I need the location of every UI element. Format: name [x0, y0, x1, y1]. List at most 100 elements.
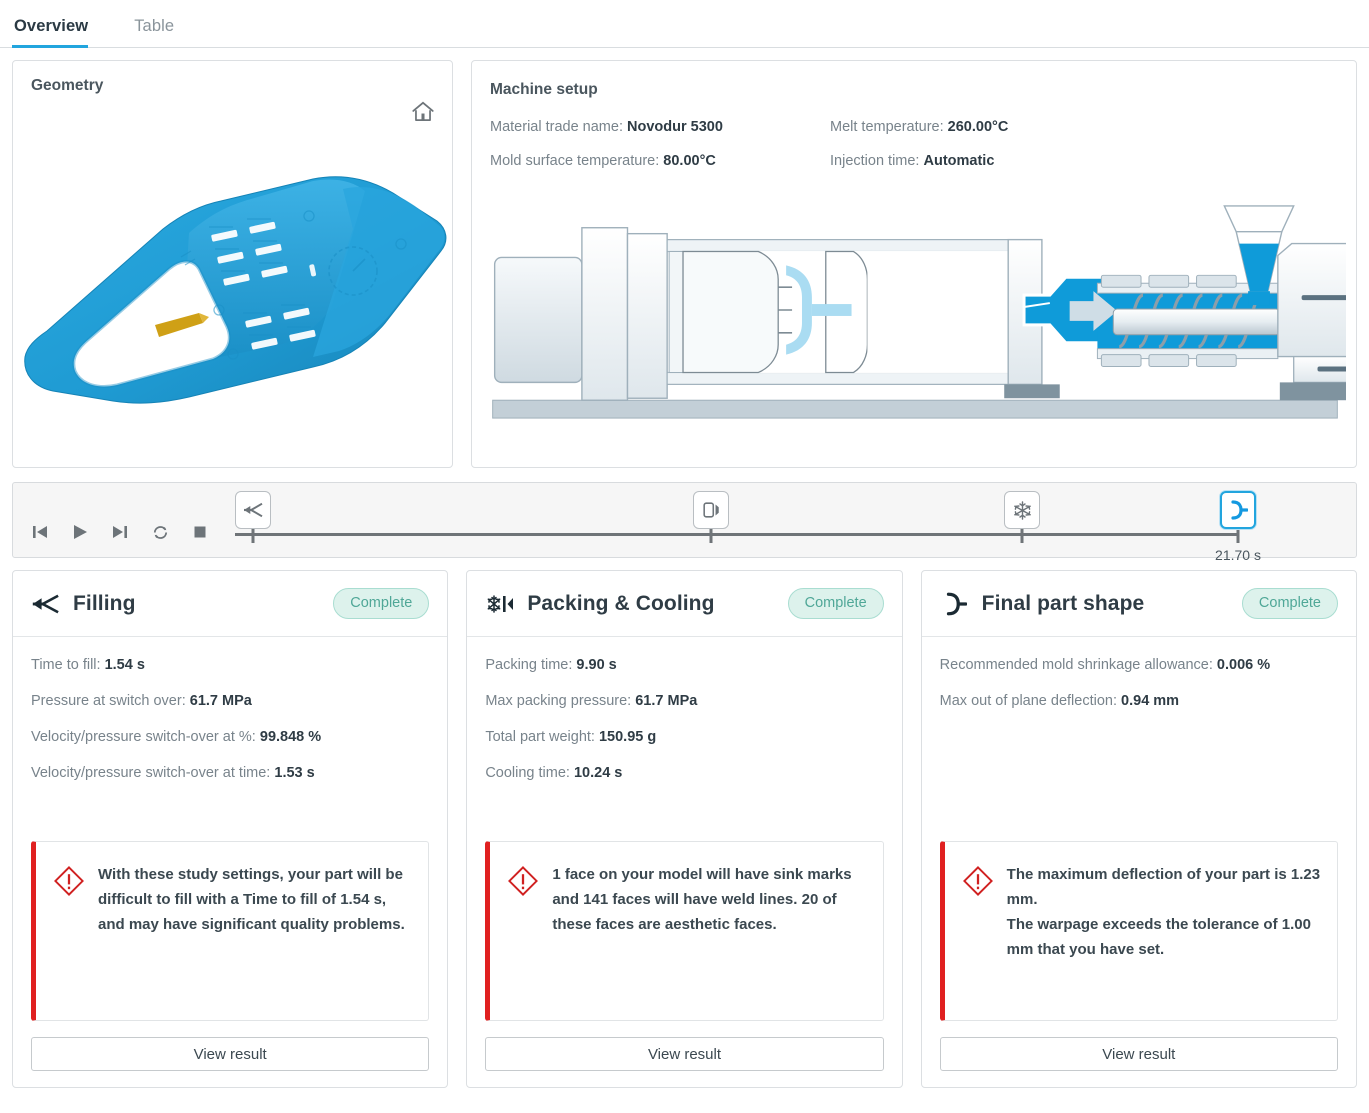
card-filling: Filling Complete Time to fill: 1.54 s Pr…: [12, 570, 449, 1088]
card-final-part-shape-body: Recommended mold shrinkage allowance: 0.…: [922, 637, 1356, 1087]
metric-vp-switchover-percent: Velocity/pressure switch-over at %: 99.8…: [31, 729, 429, 745]
timeline-track[interactable]: 21.70 s: [235, 491, 1261, 563]
card-final-part-shape: Final part shape Complete Recommended mo…: [920, 570, 1357, 1088]
transport-controls: [29, 521, 211, 543]
card-filling-title: Filling: [73, 591, 136, 615]
view-result-button-packing-cooling[interactable]: View result: [485, 1037, 884, 1071]
packing-icon: [485, 591, 515, 617]
spec-label: Material trade name:: [490, 119, 623, 135]
skip-to-end-button[interactable]: [109, 521, 131, 543]
metric-label: Velocity/pressure switch-over at %:: [31, 729, 256, 745]
skip-to-start-button[interactable]: [29, 521, 51, 543]
metric-max-packing-pressure: Max packing pressure: 61.7 MPa: [485, 693, 883, 709]
marker-cooling[interactable]: [1004, 491, 1041, 543]
geometry-panel-title: Geometry: [31, 77, 104, 94]
tab-table[interactable]: Table: [132, 17, 188, 47]
packing-icon[interactable]: [693, 491, 730, 529]
view-result-button-filling[interactable]: View result: [31, 1037, 430, 1071]
card-filling-header: Filling Complete: [13, 571, 448, 637]
spec-material-trade-name: Material trade name: Novodur 5300: [490, 119, 830, 135]
warning-diamond-icon: [54, 866, 84, 896]
spec-value: 80.00°C: [663, 153, 716, 169]
top-row: Geometry Machine setup Material trade na…: [0, 48, 1369, 468]
part-3d-model: [24, 176, 447, 404]
spec-label: Mold surface temperature:: [490, 153, 660, 169]
alert-packing-cooling-text: 1 face on your model will have sink mark…: [552, 866, 852, 933]
warning-diamond-icon: [962, 866, 993, 896]
alert-filling: With these study settings, your part wil…: [31, 841, 430, 1021]
spec-label: Melt temperature:: [830, 119, 944, 135]
metric-value: 61.7 MPa: [189, 693, 252, 709]
snowflake-icon[interactable]: [1004, 491, 1041, 529]
injection-molding-machine-diagram: [484, 196, 1369, 426]
metric-packing-time: Packing time: 9.90 s: [485, 657, 883, 673]
metric-label: Max packing pressure:: [485, 693, 632, 709]
play-button[interactable]: [69, 521, 91, 543]
tab-bar: Overview Table: [0, 0, 1369, 48]
phase-cards: Filling Complete Time to fill: 1.54 s Pr…: [0, 558, 1369, 1096]
status-badge: Complete: [1241, 588, 1338, 619]
geometry-panel: Geometry: [12, 60, 453, 468]
marker-filling[interactable]: [235, 491, 271, 543]
metric-time-to-fill: Time to fill: 1.54 s: [31, 657, 429, 673]
marker-packing[interactable]: [693, 491, 730, 543]
metric-label: Max out of plane deflection:: [939, 693, 1117, 709]
stop-button[interactable]: [189, 521, 211, 543]
spec-label: Injection time:: [830, 153, 920, 169]
spec-melt-temperature: Melt temperature: 260.00°C: [830, 119, 1356, 135]
card-final-part-shape-header: Final part shape Complete: [921, 571, 1356, 637]
metric-value: 0.006 %: [1216, 657, 1271, 673]
tab-overview[interactable]: Overview: [12, 17, 102, 48]
metric-value: 1.53 s: [274, 765, 315, 781]
geometry-viewport[interactable]: [13, 109, 452, 461]
filling-flow-icon[interactable]: [235, 491, 271, 529]
metric-value: 0.94 mm: [1121, 693, 1180, 709]
status-badge: Complete: [333, 588, 430, 619]
metric-vp-switchover-time: Velocity/pressure switch-over at time: 1…: [31, 765, 429, 781]
metric-mold-shrinkage-allowance: Recommended mold shrinkage allowance: 0.…: [940, 657, 1338, 673]
loop-button[interactable]: [149, 521, 171, 543]
metric-label: Total part weight:: [485, 729, 595, 745]
metric-label: Cooling time:: [485, 765, 570, 781]
metric-label: Recommended mold shrinkage allowance:: [939, 657, 1213, 673]
metric-value: 10.24 s: [573, 765, 623, 781]
spec-mold-surface-temperature: Mold surface temperature: 80.00°C: [490, 153, 830, 169]
final-part-shape-icon[interactable]: [1220, 491, 1256, 529]
machine-setup-title: Machine setup: [490, 81, 598, 98]
view-result-button-final-part-shape[interactable]: View result: [939, 1037, 1338, 1071]
warning-diamond-icon: [508, 866, 539, 896]
spec-value: Automatic: [923, 153, 995, 169]
card-packing-cooling-header: Packing & Cooling Complete: [467, 571, 902, 637]
spec-value: Novodur 5300: [627, 119, 723, 135]
final-part-shape-icon: [940, 591, 970, 617]
metric-value: 150.95 g: [598, 729, 657, 745]
status-badge: Complete: [787, 588, 884, 619]
alert-filling-text: With these study settings, your part wil…: [86, 862, 414, 937]
metric-value: 9.90 s: [576, 657, 617, 673]
metric-pressure-at-switch-over: Pressure at switch over: 61.7 MPa: [31, 693, 429, 709]
metric-value: 99.848 %: [259, 729, 322, 745]
alert-final-part-shape: The maximum deflection of your part is 1…: [939, 841, 1338, 1021]
machine-setup-specs: Material trade name: Novodur 5300 Melt t…: [490, 119, 1356, 169]
filling-flow-icon: [31, 591, 61, 617]
card-filling-body: Time to fill: 1.54 s Pressure at switch …: [13, 637, 447, 1087]
alert-final-part-shape-text: The maximum deflection of your part is 1…: [1006, 866, 1321, 958]
metric-value: 1.54 s: [104, 657, 145, 673]
metric-cooling-time: Cooling time: 10.24 s: [485, 765, 883, 781]
animation-timeline[interactable]: 21.70 s: [12, 482, 1357, 563]
metric-label: Packing time:: [485, 657, 573, 673]
card-packing-cooling-body: Packing time: 9.90 s Max packing pressur…: [467, 637, 901, 1087]
metric-total-part-weight: Total part weight: 150.95 g: [485, 729, 883, 745]
alert-packing-cooling: 1 face on your model will have sink mark…: [485, 841, 884, 1021]
marker-final-part-shape[interactable]: 21.70 s: [1215, 491, 1261, 563]
metric-label: Time to fill:: [31, 657, 101, 673]
spec-injection-time: Injection time: Automatic: [830, 153, 1356, 169]
metric-max-out-of-plane-deflection: Max out of plane deflection: 0.94 mm: [940, 693, 1338, 709]
card-packing-cooling-title: Packing & Cooling: [527, 591, 715, 615]
card-final-part-shape-title: Final part shape: [981, 591, 1145, 615]
card-packing-cooling: Packing & Cooling Complete Packing time:…: [466, 570, 903, 1088]
metric-value: 61.7 MPa: [635, 693, 698, 709]
current-time-label: 21.70 s: [1215, 547, 1261, 563]
metric-label: Velocity/pressure switch-over at time:: [31, 765, 271, 781]
alert-part-bold: Time to fill: [242, 891, 318, 908]
